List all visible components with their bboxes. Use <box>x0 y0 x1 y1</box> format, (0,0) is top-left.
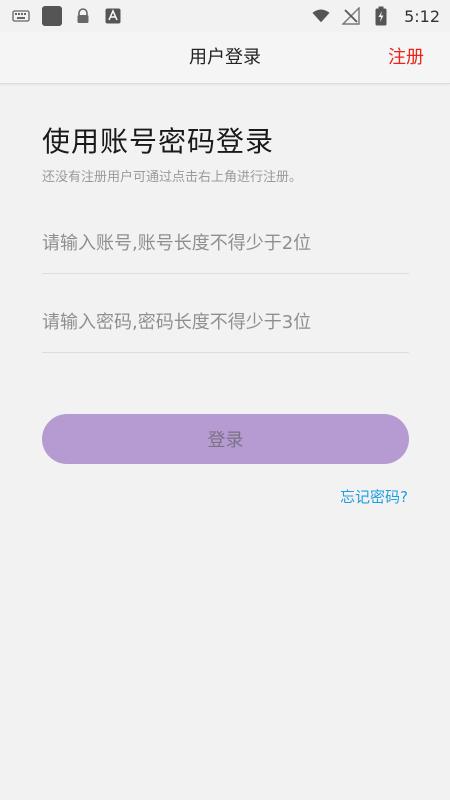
register-button[interactable]: 注册 <box>388 32 424 84</box>
lock-icon <box>74 7 92 25</box>
password-input[interactable] <box>42 293 409 352</box>
account-field <box>42 214 409 274</box>
app-header: 用户登录 注册 <box>0 32 450 84</box>
status-bar: 5:12 <box>0 0 450 32</box>
login-button[interactable]: 登录 <box>42 414 409 464</box>
login-subtitle: 还没有注册用户可通过点击右上角进行注册。 <box>42 170 303 185</box>
status-time: 5:12 <box>404 6 440 26</box>
login-headline: 使用账号密码登录 <box>42 125 275 158</box>
battery-charging-icon <box>372 6 390 26</box>
account-input[interactable] <box>42 214 409 273</box>
status-left <box>12 6 122 26</box>
page-title: 用户登录 <box>189 47 261 68</box>
password-field <box>42 293 409 353</box>
no-signal-icon <box>342 7 360 25</box>
forgot-password-link[interactable]: 忘记密码? <box>340 486 408 507</box>
keyboard-icon <box>12 7 30 25</box>
app-square-icon <box>42 6 62 26</box>
status-right: 5:12 <box>312 6 440 26</box>
font-icon <box>104 7 122 25</box>
wifi-icon <box>312 7 330 25</box>
